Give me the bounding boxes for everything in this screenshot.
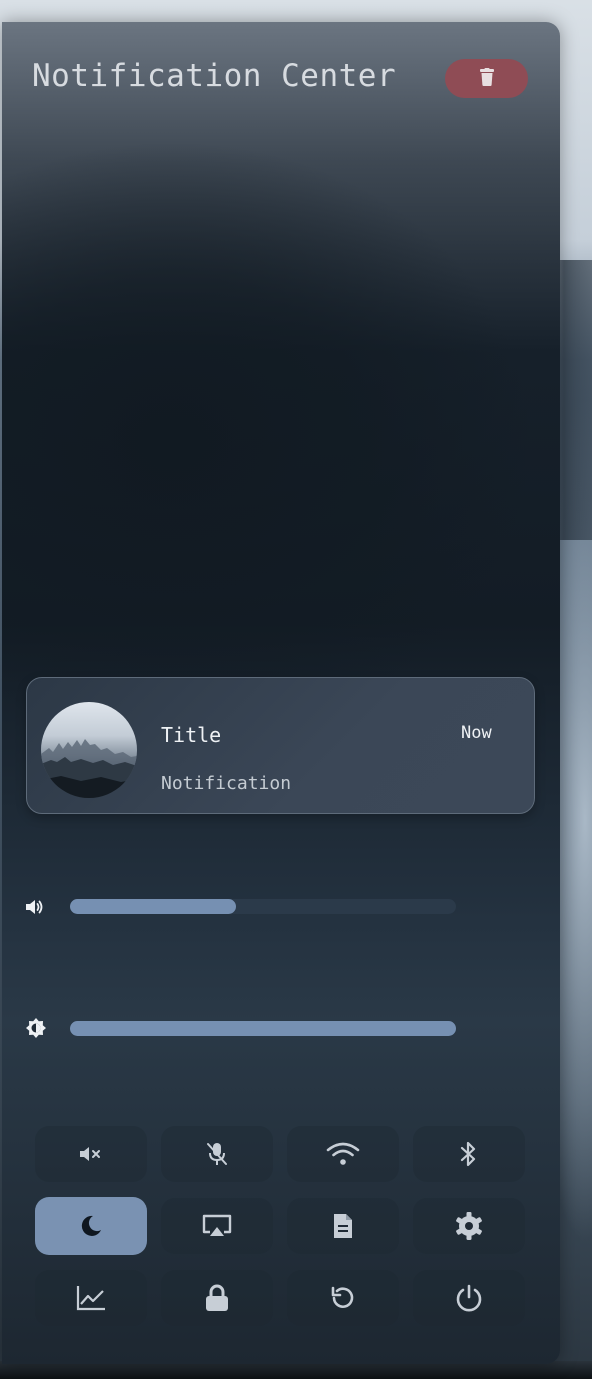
notification-body: Notification [161, 773, 292, 794]
power-icon [454, 1283, 484, 1313]
activity-toggle[interactable] [35, 1270, 147, 1326]
chart-icon [75, 1284, 107, 1312]
notification-time: Now [461, 723, 492, 743]
mute-speaker-icon [77, 1143, 105, 1165]
notes-toggle[interactable] [287, 1198, 399, 1254]
volume-slider[interactable] [70, 899, 456, 914]
mute-toggle[interactable] [35, 1126, 147, 1182]
notification-card[interactable]: Title Now Notification [26, 677, 535, 814]
clear-notifications-button[interactable] [445, 59, 528, 98]
microphone-toggle[interactable] [161, 1126, 273, 1182]
screen-cast-toggle[interactable] [161, 1198, 273, 1254]
notification-title: Title [161, 723, 222, 747]
restart-toggle[interactable] [287, 1270, 399, 1326]
volume-icon[interactable] [23, 896, 45, 918]
brightness-slider-fill [70, 1021, 456, 1036]
brightness-icon[interactable] [25, 1017, 47, 1039]
notification-center-panel: Notification Center Title Now Notificati… [2, 22, 560, 1364]
wifi-toggle[interactable] [287, 1126, 399, 1182]
trash-icon [479, 67, 494, 90]
settings-toggle[interactable] [413, 1198, 525, 1254]
refresh-icon [330, 1285, 356, 1311]
moon-icon [79, 1214, 103, 1238]
do-not-disturb-toggle[interactable] [35, 1197, 147, 1255]
document-icon [332, 1212, 354, 1240]
notification-avatar [41, 702, 137, 798]
bluetooth-toggle[interactable] [413, 1126, 525, 1182]
volume-slider-fill [70, 899, 236, 914]
microphone-muted-icon [204, 1140, 230, 1168]
screen-cast-icon [201, 1213, 233, 1239]
bluetooth-icon [459, 1140, 479, 1168]
gear-icon [454, 1211, 484, 1241]
lock-icon [203, 1283, 231, 1313]
lock-toggle[interactable] [161, 1270, 273, 1326]
power-toggle[interactable] [413, 1270, 525, 1326]
brightness-slider[interactable] [70, 1021, 456, 1036]
wifi-icon [325, 1141, 361, 1167]
page-title: Notification Center [32, 58, 397, 94]
